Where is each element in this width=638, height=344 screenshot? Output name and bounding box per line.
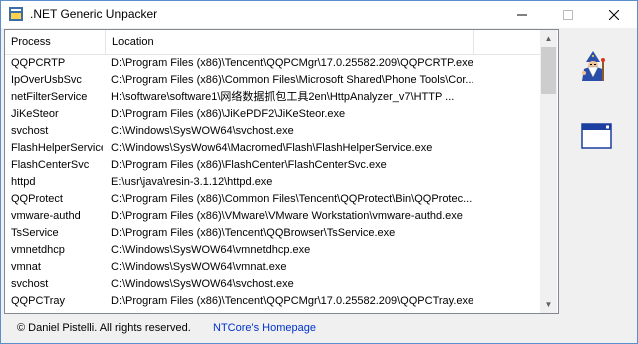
list-row[interactable]: vmnat C:\Windows\SysWOW64\vmnat.exe [5,259,540,276]
process-cell: vmnetdhcp [11,244,65,256]
copyright-text: © Daniel Pistelli. All rights reserved. [17,322,191,334]
window-title: .NET Generic Unpacker [30,7,158,21]
location-cell: E:\usr\java\resin-3.1.12\httpd.exe [111,176,273,188]
process-cell: TsService [11,227,59,239]
close-button[interactable] [591,1,637,28]
list-header: Process Location [5,30,540,55]
location-cell: D:\Program Files (x86)\JiKePDF2\JiKeSteo… [111,108,346,120]
location-cell: C:\Program Files (x86)\Common Files\Micr… [111,74,473,86]
process-cell: vmnat [11,261,41,273]
main-window: .NET Generic Unpacker Process Location Q… [0,0,638,344]
location-cell: D:\Program Files (x86)\VMware\VMware Wor… [111,210,463,222]
column-header-process[interactable]: Process [5,30,106,54]
process-cell: httpd [11,176,36,188]
process-cell: IpOverUsbSvc [11,74,82,86]
process-cell: QQPCTray [11,295,65,307]
list-row[interactable]: QQPCRTP D:\Program Files (x86)\Tencent\QQ… [5,55,540,72]
location-cell: C:\Windows\SysWOW64\vmnetdhcp.exe [111,244,311,256]
title-bar: .NET Generic Unpacker [1,1,637,28]
minimize-button[interactable] [499,1,545,28]
process-cell: svchost [11,125,49,137]
list-rows: QQPCRTP D:\Program Files (x86)\Tencent\QQ… [5,55,540,310]
location-cell: C:\Windows\SysWOW64\vmnat.exe [111,261,287,273]
status-footer: © Daniel Pistelli. All rights reserved. … [1,314,637,343]
list-row[interactable]: FlashCenterSvc D:\Program Files (x86)\Fla… [5,157,540,174]
process-cell: QQPCRTP [11,57,66,69]
list-row[interactable]: QQProtect C:\Program Files (x86)\Common F… [5,191,540,208]
process-list[interactable]: Process Location QQPCRTP D:\Program Files… [4,29,559,314]
process-cell: JiKeSteor [11,108,59,120]
process-cell: QQProtect [11,193,63,205]
app-icon [8,6,24,22]
vertical-scrollbar[interactable]: ▲ ▼ [540,30,557,313]
wizard-icon [580,49,614,86]
unpack-wizard-button[interactable] [579,49,615,85]
process-cell: svchost [11,278,49,290]
location-cell: D:\Program Files (x86)\Tencent\QQPCMgr\1… [111,295,473,307]
list-row[interactable]: FlashHelperService C:\Windows\SysWow64\Ma… [5,140,540,157]
location-cell: C:\Windows\SysWOW64\svchost.exe [111,125,294,137]
location-cell: D:\Program Files (x86)\Tencent\QQBrowser… [111,227,396,239]
list-row[interactable]: svchost C:\Windows\SysWOW64\svchost.exe [5,123,540,140]
location-cell: C:\Program Files (x86)\Common Files\Tenc… [111,193,473,205]
list-row[interactable]: httpd E:\usr\java\resin-3.1.12\httpd.exe [5,174,540,191]
location-cell: D:\Program Files (x86)\Tencent\QQPCMgr\1… [111,57,473,69]
process-cell: netFilterService [11,91,88,103]
process-cell: vmware-authd [11,210,81,222]
location-cell: H:\software\software1\网络数据抓包工具2en\HttpAn… [111,91,455,103]
window-icon [581,122,613,153]
scroll-down-arrow-icon[interactable]: ▼ [540,296,557,313]
location-cell: D:\Program Files (x86)\FlashCenter\Flash… [111,159,387,171]
list-row[interactable]: svchost C:\Windows\SysWOW64\svchost.exe [5,276,540,293]
window-button[interactable] [579,119,615,155]
location-cell: C:\Windows\SysWOW64\svchost.exe [111,278,294,290]
list-row[interactable]: TsService D:\Program Files (x86)\Tencent\… [5,225,540,242]
list-row[interactable]: vmware-authd D:\Program Files (x86)\VMwar… [5,208,540,225]
scroll-up-arrow-icon[interactable]: ▲ [540,30,557,47]
process-cell: FlashCenterSvc [11,159,90,171]
list-row[interactable]: vmnetdhcp C:\Windows\SysWOW64\vmnetdhcp.e… [5,242,540,259]
list-row[interactable]: IpOverUsbSvc C:\Program Files (x86)\Commo… [5,72,540,89]
list-row[interactable]: JiKeSteor D:\Program Files (x86)\JiKePDF2… [5,106,540,123]
scrollbar-thumb[interactable] [541,47,556,94]
list-row[interactable]: netFilterService H:\software\software1\网络… [5,89,540,106]
column-header-location[interactable]: Location [106,30,474,54]
maximize-button[interactable] [545,1,591,28]
process-cell: FlashHelperService [11,142,103,154]
location-cell: C:\Windows\SysWow64\Macromed\Flash\Flash… [111,142,433,154]
homepage-link[interactable]: NTCore's Homepage [213,322,316,334]
list-row[interactable]: QQPCTray D:\Program Files (x86)\Tencent\Q… [5,293,540,310]
